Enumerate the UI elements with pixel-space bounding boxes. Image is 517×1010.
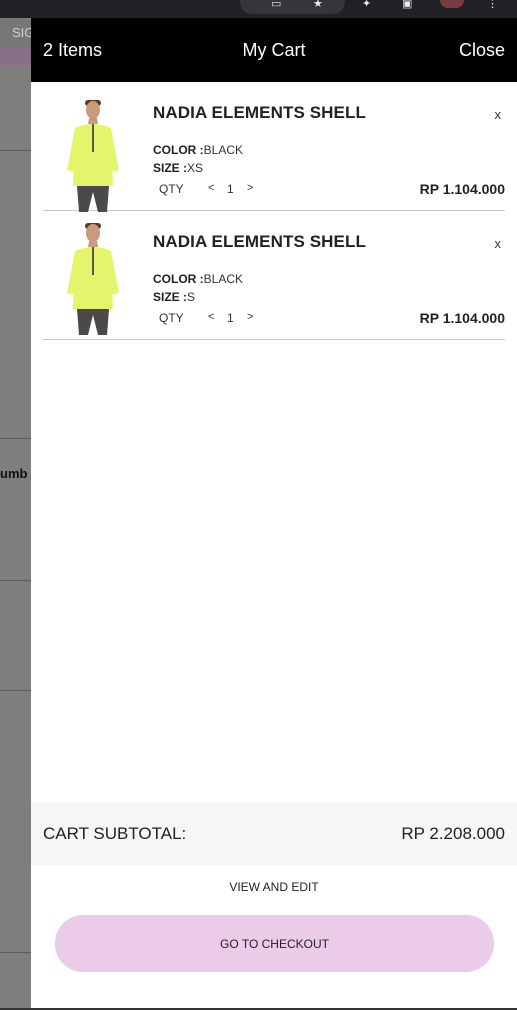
background-divider (0, 438, 31, 439)
extension-icon[interactable]: ✦ (362, 0, 371, 10)
product-name[interactable]: NADIA ELEMENTS SHELL (153, 232, 366, 252)
qty-label: QTY (159, 182, 184, 196)
subtotal-label: CART SUBTOTAL: (43, 824, 187, 843)
sidebar-icon[interactable]: ▣ (402, 0, 412, 10)
browser-toolbar: ▭ ★ ✦ ▣ ⋮ (0, 0, 517, 18)
cart-subtotal: CART SUBTOTAL: RP 2.208.000 (31, 803, 517, 865)
product-size: SIZE :XS (153, 161, 203, 175)
color-label: COLOR : (153, 143, 204, 157)
qty-value[interactable]: 1 (227, 182, 234, 196)
product-name[interactable]: NADIA ELEMENTS SHELL (153, 103, 366, 123)
product-thumbnail-icon[interactable] (65, 223, 121, 335)
cart-item: NADIA ELEMENTS SHELL x COLOR :BLACK SIZE… (43, 211, 505, 340)
product-color: COLOR :BLACK (153, 272, 243, 286)
address-bar[interactable] (240, 0, 345, 14)
color-value: BLACK (203, 143, 244, 157)
remove-item-button[interactable]: x (495, 236, 502, 251)
background-divider (0, 690, 31, 691)
mini-cart-drawer: 2 Items My Cart Close NADIA ELEMENTS SHE… (31, 18, 517, 1008)
product-color: COLOR :BLACK (153, 143, 243, 157)
size-label: SIZE : (153, 161, 188, 175)
background-divider (0, 580, 31, 581)
cart-item: NADIA ELEMENTS SHELL x COLOR :BLACK SIZE… (43, 82, 505, 212)
qty-value[interactable]: 1 (227, 311, 234, 325)
profile-avatar-icon[interactable] (440, 0, 464, 8)
checkout-button[interactable]: GO TO CHECKOUT (55, 915, 494, 972)
cart-header: 2 Items My Cart Close (31, 18, 517, 82)
background-divider (0, 952, 31, 953)
background-partial-text: umb (0, 466, 28, 481)
close-button[interactable]: Close (459, 40, 505, 61)
background-divider (0, 150, 31, 151)
share-icon[interactable]: ▭ (271, 0, 281, 10)
background-signin-tab: SIG (0, 19, 31, 47)
item-price: RP 1.104.000 (419, 181, 505, 197)
size-value: XS (187, 161, 204, 175)
subtotal-value: RP 2.208.000 (401, 824, 505, 843)
background-page-overlay[interactable] (0, 18, 31, 1010)
qty-increase-button[interactable]: > (247, 311, 253, 323)
remove-item-button[interactable]: x (495, 107, 502, 122)
product-size: SIZE :S (153, 290, 195, 304)
qty-increase-button[interactable]: > (247, 182, 253, 194)
qty-decrease-button[interactable]: < (208, 182, 214, 194)
size-value: S (187, 290, 196, 304)
color-value: BLACK (203, 272, 244, 286)
color-label: COLOR : (153, 272, 204, 286)
qty-decrease-button[interactable]: < (208, 311, 214, 323)
product-thumbnail-icon[interactable] (65, 100, 121, 212)
cart-item-count: 2 Items (43, 39, 103, 60)
menu-icon[interactable]: ⋮ (487, 0, 498, 10)
background-accent-bar (0, 47, 31, 65)
view-and-edit-link[interactable]: VIEW AND EDIT (31, 880, 517, 894)
cart-item-list: NADIA ELEMENTS SHELL x COLOR :BLACK SIZE… (31, 82, 517, 340)
qty-label: QTY (159, 311, 184, 325)
size-label: SIZE : (153, 290, 188, 304)
item-price: RP 1.104.000 (419, 310, 505, 326)
cart-title: My Cart (242, 40, 306, 60)
star-icon[interactable]: ★ (313, 0, 323, 10)
